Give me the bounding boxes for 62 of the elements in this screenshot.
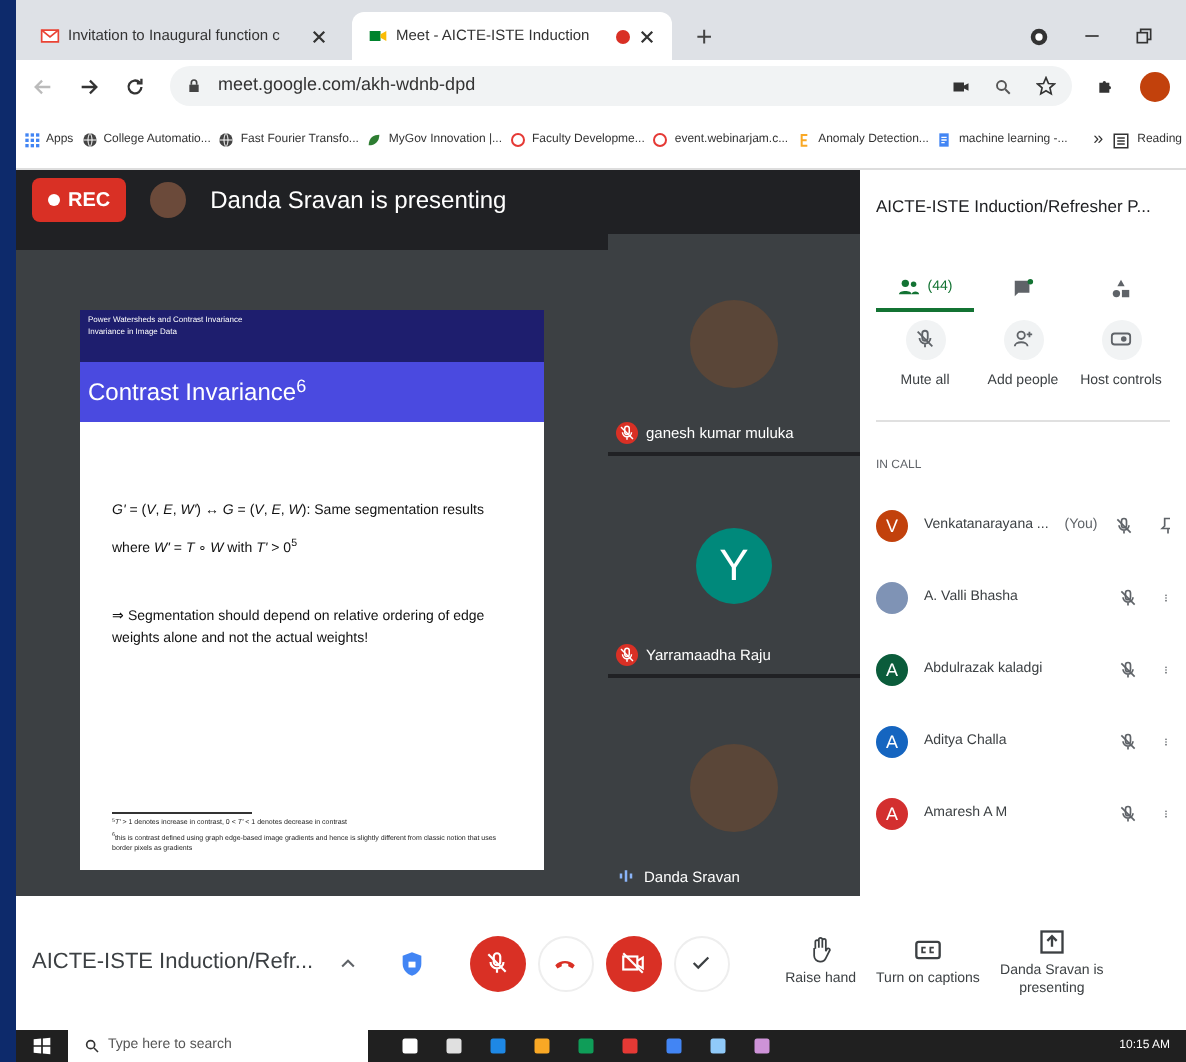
panel-title: AICTE-ISTE Induction/Refresher P... [876, 194, 1151, 220]
new-tab-button[interactable]: + [680, 12, 729, 60]
add-person-icon [1012, 328, 1034, 351]
taskbar-app-icon[interactable] [444, 1036, 464, 1056]
letter-logo-icon [796, 132, 813, 148]
hang-up-button[interactable] [537, 935, 594, 991]
forward-icon[interactable] [78, 75, 100, 97]
toggle-icon [1110, 328, 1132, 351]
restore-icon[interactable] [1134, 26, 1154, 46]
taskbar-app-icon[interactable] [708, 1036, 728, 1056]
mic-off-icon [484, 950, 511, 976]
photo-placeholder [876, 582, 908, 615]
lock-icon [186, 78, 202, 94]
globe-icon [81, 132, 98, 148]
check-icon [690, 952, 713, 974]
camera-icon[interactable] [952, 77, 970, 95]
photo-placeholder [690, 743, 778, 831]
camera-button[interactable] [605, 935, 662, 991]
mic-off-icon [1118, 660, 1138, 681]
mic-off-icon [1118, 804, 1138, 825]
check-button[interactable] [673, 935, 730, 991]
profile-icon[interactable] [1028, 25, 1050, 47]
reload-icon[interactable] [124, 75, 146, 97]
leaf-icon [366, 132, 383, 148]
rec-badge: REC [32, 178, 127, 222]
presenter-label: Danda Sravan is presenting [210, 184, 507, 218]
address-bar[interactable]: meet.google.com/akh-wdnb-dpd [170, 66, 1072, 106]
more-bookmarks-button[interactable]: » [1093, 126, 1104, 154]
document-icon [936, 132, 953, 148]
windows-icon[interactable] [32, 1036, 52, 1056]
people-icon [897, 276, 920, 299]
list-icon [1111, 131, 1130, 149]
apps-grid-icon [24, 132, 40, 148]
close-icon[interactable] [310, 27, 328, 45]
mic-off-icon [1118, 732, 1138, 753]
photo-placeholder [690, 299, 778, 387]
taskbar-app-icon[interactable] [400, 1036, 420, 1056]
star-icon[interactable] [1036, 76, 1056, 96]
circle-logo-icon [652, 132, 669, 148]
chat-icon [1012, 278, 1034, 301]
microphone-button[interactable] [469, 935, 526, 991]
url-text: meet.google.com/akh-wdnb-dpd [218, 72, 476, 99]
zoom-icon[interactable] [994, 77, 1012, 95]
globe-icon [218, 132, 235, 148]
present-screen-icon [1037, 927, 1066, 956]
video-camera-icon [368, 26, 388, 46]
circle-logo-icon [510, 132, 527, 148]
close-icon[interactable] [638, 27, 656, 45]
mute-all-icon [914, 328, 936, 351]
mic-off-icon [1113, 516, 1134, 537]
shield-icon[interactable] [397, 947, 426, 979]
captions-icon [913, 936, 942, 965]
meeting-title: AICTE-ISTE Induction/Refr... [32, 948, 314, 979]
mic-off-icon [1118, 588, 1138, 609]
shapes-icon [1110, 278, 1132, 301]
taskbar-app-icon[interactable] [532, 1036, 552, 1056]
taskbar-app-icon[interactable] [752, 1036, 772, 1056]
puzzle-icon[interactable] [1096, 76, 1116, 96]
slide-title: Contrast Invariance$^{6}$ [88, 374, 307, 410]
camera-off-icon [620, 950, 647, 976]
search-icon [84, 1038, 100, 1054]
mail-icon [40, 26, 60, 46]
